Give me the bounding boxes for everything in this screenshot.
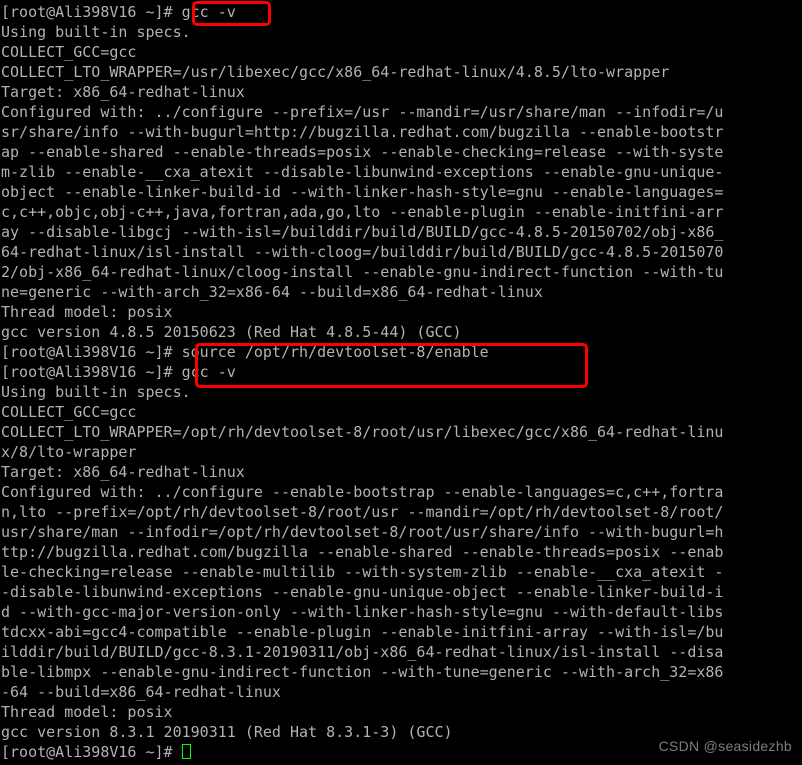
terminal-cursor[interactable] <box>181 744 191 759</box>
terminal-output-line: Using built-in specs. <box>1 383 191 401</box>
terminal-output-line: -disable-libunwind-exceptions --enable-g… <box>1 583 724 601</box>
terminal-window: [root@Ali398V16 ~]# gcc -v Using built-in… <box>0 0 802 765</box>
terminal-output-line: -64 --build=x86_64-redhat-linux <box>1 683 281 701</box>
terminal-output-line: c,c++,objc,obj-c++,java,fortran,ada,go,l… <box>1 203 724 221</box>
command-text: gcc -v <box>181 3 236 21</box>
shell-prompt: [root@Ali398V16 ~]# <box>1 363 182 381</box>
terminal-output-line: ay --disable-libgcj --with-isl=/builddir… <box>1 223 724 241</box>
terminal-prompt-line: [root@Ali398V16 ~]# gcc -v <box>1 362 801 382</box>
csdn-watermark: CSDN @seasidezhb <box>658 738 792 754</box>
shell-prompt: [root@Ali398V16 ~]# <box>1 3 182 21</box>
terminal-output-line: Configured with: ../configure --prefix=/… <box>1 103 724 121</box>
terminal-output-line: n,lto --prefix=/opt/rh/devtoolset-8/root… <box>1 503 724 521</box>
terminal-output-line: m-zlib --enable-__cxa_atexit --disable-l… <box>1 163 724 181</box>
terminal-output-line: ne=generic --with-arch_32=x86-64 --build… <box>1 283 543 301</box>
shell-prompt: [root@Ali398V16 ~]# <box>1 343 182 361</box>
terminal-output-line: Target: x86_64-redhat-linux <box>1 83 245 101</box>
terminal-output-line: Thread model: posix <box>1 703 173 721</box>
terminal-output-line: d --with-gcc-major-version-only --with-l… <box>1 603 724 621</box>
command-text: source /opt/rh/devtoolset-8/enable <box>181 343 489 361</box>
terminal-output-line: gcc version 4.8.5 20150623 (Red Hat 4.8.… <box>1 323 462 341</box>
terminal-output-line: Thread model: posix <box>1 303 173 321</box>
terminal-prompt-line: [root@Ali398V16 ~]# gcc -v <box>1 2 801 22</box>
terminal-output-line: sr/share/info --with-bugurl=http://bugzi… <box>1 123 724 141</box>
terminal-output-line: object --enable-linker-build-id --with-l… <box>1 183 724 201</box>
terminal-screen: [root@Ali398V16 ~]# gcc -v Using built-in… <box>1 2 801 762</box>
shell-prompt: [root@Ali398V16 ~]# <box>1 743 182 761</box>
terminal-output-line: x/8/lto-wrapper <box>1 443 137 461</box>
terminal-output-line: 2/obj-x86_64-redhat-linux/cloog-install … <box>1 263 724 281</box>
terminal-output-line: Target: x86_64-redhat-linux <box>1 463 245 481</box>
terminal-output-line: 64-redhat-linux/isl-install --with-cloog… <box>1 243 724 261</box>
terminal-output-line: usr/share/man --infodir=/opt/rh/devtools… <box>1 523 724 541</box>
terminal-output-line: COLLECT_GCC=gcc <box>1 403 137 421</box>
terminal-output-line: ilddir/build/BUILD/gcc-8.3.1-20190311/ob… <box>1 643 724 661</box>
terminal-output-line: ttp://bugzilla.redhat.com/bugzilla --ena… <box>1 543 724 561</box>
terminal-output-line: COLLECT_LTO_WRAPPER=/opt/rh/devtoolset-8… <box>1 423 724 441</box>
terminal-output-line: le-checking=release --enable-multilib --… <box>1 563 724 581</box>
terminal-prompt-line: [root@Ali398V16 ~]# source /opt/rh/devto… <box>1 342 801 362</box>
terminal-output-line: ap --enable-shared --enable-threads=posi… <box>1 143 724 161</box>
terminal-output-line: tdcxx-abi=gcc4-compatible --enable-plugi… <box>1 623 724 641</box>
terminal-output-line: ble-libmpx --enable-gnu-indirect-functio… <box>1 663 724 681</box>
terminal-output-line: COLLECT_GCC=gcc <box>1 43 137 61</box>
terminal-output-line: COLLECT_LTO_WRAPPER=/usr/libexec/gcc/x86… <box>1 63 670 81</box>
terminal-output-line: Configured with: ../configure --enable-b… <box>1 483 724 501</box>
command-text: gcc -v <box>181 363 236 381</box>
terminal-output-line: Using built-in specs. <box>1 23 191 41</box>
